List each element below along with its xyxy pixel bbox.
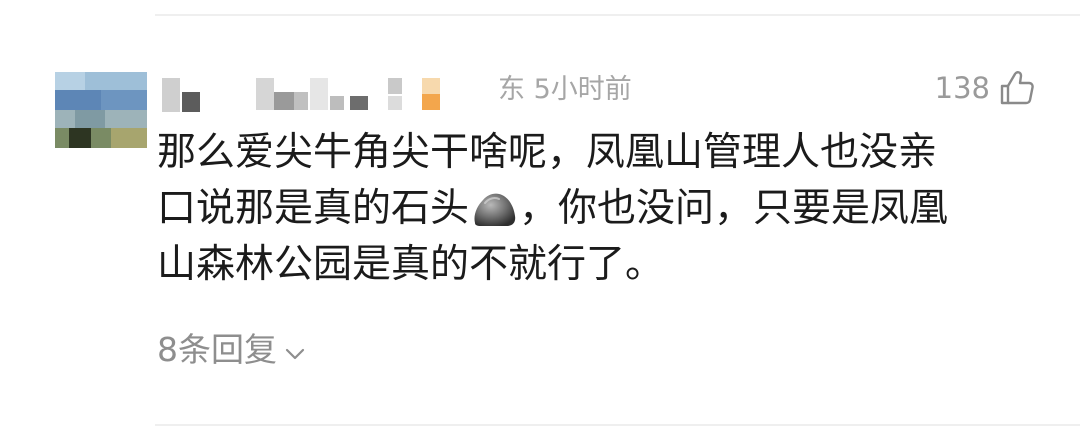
like-button[interactable]: 138 [935, 66, 1034, 110]
avatar-pixel [55, 72, 85, 90]
chevron-down-icon [285, 326, 305, 374]
username-pixel [422, 78, 440, 94]
avatar-pixel [101, 90, 147, 110]
username-pixel [256, 78, 274, 110]
bottom-divider [155, 424, 1080, 426]
thumbs-up-icon[interactable] [1000, 70, 1034, 106]
comment-body: 那么爱尖牛角尖干啥呢，凤凰山管理人也没亲 口说那是真的石头 ，你也没问，只要是凤… [157, 125, 1037, 293]
comment-location-time: 东 5小时前 [498, 74, 632, 105]
comment-line: 山森林公园是真的不就行了。 [157, 242, 665, 287]
username-pixel [422, 94, 440, 110]
comment-line: 那么爱尖牛角尖干啥呢，凤凰山管理人也没亲 [157, 130, 938, 175]
username-pixel [330, 96, 344, 110]
username-pixel [388, 96, 402, 110]
rock-emoji [471, 189, 517, 229]
top-divider [155, 14, 1080, 16]
view-replies-button[interactable]: 8条回复 [157, 326, 305, 374]
comment-text: ，你也没问，只要是凤凰 [519, 186, 949, 231]
avatar[interactable] [55, 72, 147, 148]
username-pixel [182, 92, 200, 112]
comment-line: 口说那是真的石头 ，你也没问，只要是凤凰 [157, 181, 1037, 237]
username-blurred[interactable] [160, 74, 450, 114]
username-pixel [350, 96, 368, 110]
username-pixel [388, 78, 402, 94]
replies-label: 8条回复 [157, 330, 277, 369]
username-pixel [274, 92, 294, 110]
avatar-pixel [75, 110, 105, 128]
username-pixel [162, 78, 180, 112]
like-count: 138 [934, 71, 990, 105]
avatar-pixel [111, 128, 147, 148]
avatar-pixel [69, 128, 91, 148]
comment-text: 口说那是真的石头 [157, 186, 470, 231]
username-pixel [294, 92, 308, 110]
username-pixel [310, 78, 328, 110]
